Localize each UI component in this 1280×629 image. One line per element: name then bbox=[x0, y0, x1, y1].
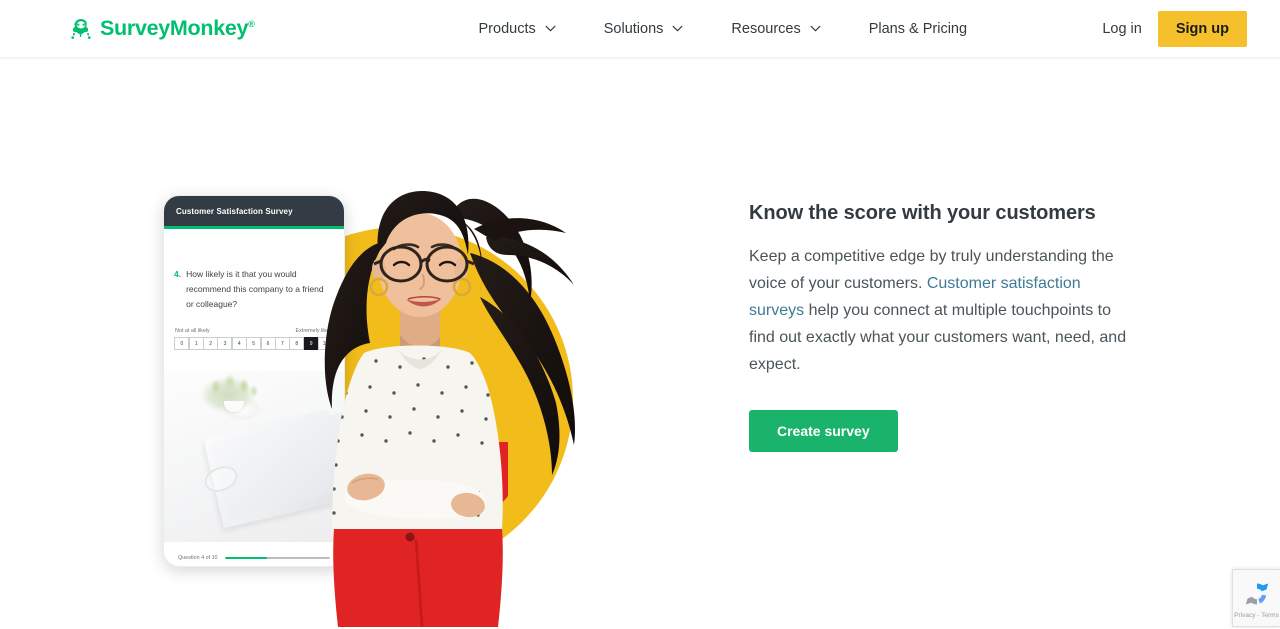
nav-label: Solutions bbox=[603, 20, 664, 37]
nav-item-resources[interactable]: Resources bbox=[707, 0, 844, 57]
hero-visual: Customer Satisfaction Survey 4. How like… bbox=[160, 137, 600, 627]
hero-section: Customer Satisfaction Survey 4. How like… bbox=[0, 57, 1280, 629]
header-actions: Log in Sign up bbox=[1086, 0, 1247, 57]
logo-wordmark: SurveyMonkey® bbox=[100, 16, 255, 40]
survey-title: Customer Satisfaction Survey bbox=[176, 206, 293, 216]
chevron-down-icon bbox=[810, 25, 821, 32]
create-survey-button[interactable]: Create survey bbox=[749, 410, 898, 452]
nav-item-products[interactable]: Products bbox=[455, 0, 580, 57]
progress-label: Question 4 of 10 bbox=[178, 555, 218, 561]
recaptcha-badge[interactable]: Privacy - Terms bbox=[1232, 569, 1280, 627]
site-header: SurveyMonkey® Products Solutions Resourc… bbox=[0, 0, 1280, 57]
scale-cell[interactable]: 7 bbox=[274, 337, 290, 350]
main-navigation: Products Solutions Resources Plans & Pri… bbox=[455, 0, 992, 57]
nav-label: Products bbox=[478, 20, 536, 37]
page-title: Know the score with your customers bbox=[749, 202, 1096, 224]
recaptcha-icon bbox=[1245, 583, 1268, 604]
scale-cell[interactable]: 1 bbox=[188, 337, 204, 350]
scale-cell[interactable]: 5 bbox=[246, 337, 262, 350]
chevron-down-icon bbox=[545, 25, 556, 32]
description-part-2: help you connect at multiple touchpoints… bbox=[749, 302, 1127, 373]
trademark-symbol: ® bbox=[248, 18, 255, 29]
scale-cell[interactable]: 0 bbox=[174, 337, 190, 350]
scale-cell[interactable]: 3 bbox=[217, 337, 233, 350]
hero-copy: Know the score with your customers Keep … bbox=[749, 202, 1129, 452]
scale-cell[interactable]: 2 bbox=[203, 337, 219, 350]
recaptcha-privacy-terms[interactable]: Privacy - Terms bbox=[1234, 612, 1279, 619]
question-number: 4. bbox=[174, 269, 182, 279]
nav-item-solutions[interactable]: Solutions bbox=[580, 0, 708, 57]
monkey-logo-icon bbox=[71, 18, 91, 39]
chevron-down-icon bbox=[672, 25, 683, 32]
woman-photo bbox=[324, 191, 576, 627]
login-link[interactable]: Log in bbox=[1086, 21, 1158, 37]
plant-pot bbox=[224, 401, 244, 412]
scale-cell[interactable]: 6 bbox=[260, 337, 276, 350]
signup-button[interactable]: Sign up bbox=[1157, 10, 1247, 47]
scale-cell[interactable]: 4 bbox=[231, 337, 247, 350]
progress-fill bbox=[224, 556, 267, 560]
nav-label: Resources bbox=[731, 20, 801, 37]
nav-label: Plans & Pricing bbox=[868, 20, 968, 37]
nav-item-plans-pricing[interactable]: Plans & Pricing bbox=[845, 0, 991, 57]
hero-description: Keep a competitive edge by truly underst… bbox=[749, 243, 1129, 378]
scale-low-label: Not at all likely bbox=[175, 328, 210, 334]
surveymonkey-logo[interactable]: SurveyMonkey® bbox=[68, 14, 255, 44]
